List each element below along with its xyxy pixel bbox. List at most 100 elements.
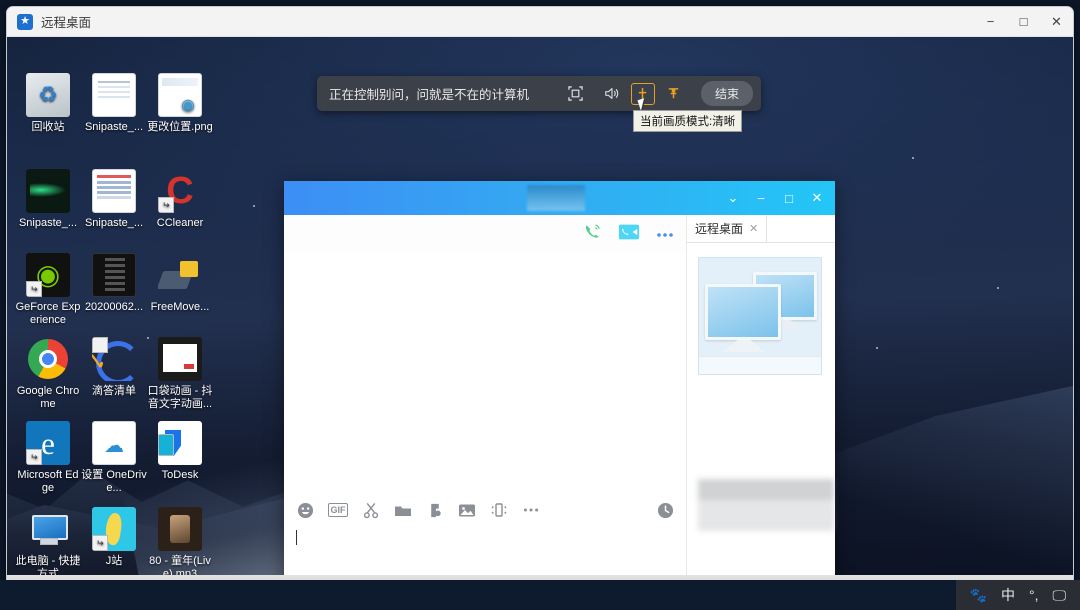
desktop-icon-4[interactable]: Snipaste_... — [15, 169, 81, 230]
wallpaper-star — [876, 347, 878, 349]
desktop-icon-6[interactable]: CCleaner — [147, 169, 213, 230]
shake-window-icon[interactable] — [490, 501, 508, 519]
shortcut-key-icon[interactable] — [657, 81, 691, 107]
video-call-icon[interactable] — [618, 223, 640, 246]
remote-status-text: 正在控制别问，问就是不在的计算机 — [329, 88, 530, 102]
desktop-icon-12[interactable]: 口袋动画 - 抖音文字动画... — [147, 337, 213, 410]
desktop-icon-image — [158, 507, 202, 551]
emoji-icon[interactable] — [296, 501, 314, 519]
window-titlebar: 远程桌面 − □ ✕ — [7, 7, 1073, 37]
qq-collapse-button[interactable]: ⌄ — [719, 181, 747, 215]
more-options-icon[interactable] — [656, 224, 674, 244]
shake-glyph — [491, 503, 507, 517]
remote-toolbar-buttons: 结束 — [559, 81, 761, 107]
qq-conversation-actions — [284, 215, 686, 253]
desktop-icon-image — [26, 73, 70, 117]
desktop-icon-image — [26, 337, 70, 381]
wallpaper-star — [253, 205, 255, 207]
remote-screen-canvas[interactable]: 回收站Snipaste_...更改位置.pngSnipaste_...Snipa… — [7, 37, 1073, 603]
desktop-icon-image — [26, 507, 70, 551]
chat-input-field[interactable] — [284, 526, 686, 576]
desktop-icon-label: Microsoft Edge — [17, 469, 79, 494]
desktop-icon-image — [26, 169, 70, 213]
screenshot-scissors-icon[interactable] — [362, 501, 380, 519]
fullscreen-icon[interactable] — [559, 81, 593, 107]
tab-remote-desktop[interactable]: 远程桌面 ✕ — [687, 216, 768, 242]
minimize-button[interactable]: − — [974, 7, 1007, 37]
more-tools-glyph — [523, 508, 539, 512]
ime-punctuation-mode[interactable]: °, — [1029, 587, 1039, 603]
desktop-icon-image — [92, 73, 136, 117]
desktop-icon-label: 口袋动画 - 抖音文字动画... — [147, 385, 213, 410]
quality-mode-tooltip: 当前画质模式:清晰 — [633, 110, 743, 132]
desktop-icon-label: Snipaste_... — [84, 121, 144, 133]
desktop-icon-image — [26, 421, 70, 465]
close-button[interactable]: ✕ — [1040, 7, 1073, 37]
desktop-icon-5[interactable]: Snipaste_... — [81, 169, 147, 230]
emoji-glyph — [297, 502, 313, 518]
folder-glyph — [395, 506, 411, 516]
more-tools-icon[interactable] — [522, 501, 540, 519]
desktop-icon-11[interactable]: 滴答清单 — [81, 337, 147, 398]
maximize-button[interactable]: □ — [1007, 7, 1040, 37]
more-glyph — [657, 233, 673, 237]
desktop-icon-7[interactable]: GeForce Experience — [15, 253, 81, 326]
end-session-button[interactable]: 结束 — [700, 81, 753, 106]
wallpaper-star — [912, 157, 914, 159]
tab-close-icon[interactable]: ✕ — [749, 222, 758, 235]
image-icon[interactable] — [458, 501, 476, 519]
desktop-icon-15[interactable]: ToDesk — [147, 421, 213, 482]
desktop-icon-label: 20200062... — [84, 301, 144, 313]
ime-chinese-mode[interactable]: 中 — [1001, 585, 1015, 605]
ime-toolbox-icon[interactable]: 🖵 — [1053, 587, 1067, 604]
desktop-icon-label: Snipaste_... — [18, 217, 78, 229]
desktop-icon-2[interactable]: Snipaste_... — [81, 73, 147, 134]
desktop-icon-1[interactable]: 回收站 — [15, 73, 81, 134]
file-transfer-icon[interactable] — [426, 501, 444, 519]
desktop-icon-image — [92, 337, 136, 381]
tab-label: 远程桌面 — [695, 222, 744, 236]
desktop-icon-label: 滴答清单 — [92, 385, 136, 397]
remote-control-toolbar: 正在控制别问，问就是不在的计算机 结束 — [317, 76, 761, 111]
qq-chat-window: ⌄ − □ ✕ GIF 远程桌面 ✕ — [284, 181, 835, 603]
remote-desktop-window: 远程桌面 − □ ✕ 回收站Snipaste_...更改位置.pngSnipas… — [6, 6, 1074, 604]
desktop-icon-3[interactable]: 更改位置.png — [147, 73, 213, 134]
desktop-icon-label: FreeMove... — [150, 301, 210, 313]
folder-icon[interactable] — [394, 501, 412, 519]
monitor-front-stand — [723, 340, 765, 352]
key-glyph — [669, 88, 679, 99]
desktop-icon-label: Snipaste_... — [84, 217, 144, 229]
qq-message-list[interactable] — [284, 253, 686, 494]
qq-close-button[interactable]: ✕ — [803, 181, 831, 215]
illustration-base-strip — [699, 356, 821, 374]
desktop-icon-8[interactable]: 20200062... — [81, 253, 147, 314]
desktop-icon-13[interactable]: Microsoft Edge — [15, 421, 81, 494]
desktop-icon-image — [158, 169, 202, 213]
monitor-front — [705, 284, 781, 340]
text-caret — [296, 530, 297, 545]
desktop-icon-label: 设置 OneDrive... — [81, 469, 147, 494]
qq-minimize-button[interactable]: − — [747, 181, 775, 215]
voice-call-glyph — [585, 224, 600, 238]
chat-history-icon[interactable] — [656, 501, 674, 519]
desktop-icon-10[interactable]: Google Chrome — [15, 337, 81, 410]
fullscreen-glyph — [568, 86, 584, 101]
baidu-ime-paw-icon[interactable]: 🐾 — [970, 587, 987, 604]
volume-icon[interactable] — [595, 81, 629, 107]
voice-call-icon[interactable] — [583, 222, 602, 246]
face-music-glyph — [431, 503, 441, 517]
desktop-icon-image — [158, 253, 202, 297]
desktop-icon-16[interactable]: 此电脑 - 快捷方式 — [15, 507, 81, 580]
video-call-glyph — [618, 224, 640, 239]
wallpaper-star — [997, 287, 999, 289]
desktop-icon-9[interactable]: FreeMove... — [147, 253, 213, 314]
desktop-icon-17[interactable]: J站 — [81, 507, 147, 568]
remote-session-info-blurred — [698, 479, 834, 531]
desktop-icon-14[interactable]: 设置 OneDrive... — [81, 421, 147, 494]
desktop-icon-label: 更改位置.png — [147, 121, 213, 133]
image-glyph — [459, 504, 475, 516]
qq-conversation-pane: GIF — [284, 215, 687, 603]
qq-maximize-button[interactable]: □ — [775, 181, 803, 215]
desktop-icon-18[interactable]: 80 - 童年(Live).mp3 — [147, 507, 213, 580]
gif-icon[interactable]: GIF — [328, 503, 348, 517]
